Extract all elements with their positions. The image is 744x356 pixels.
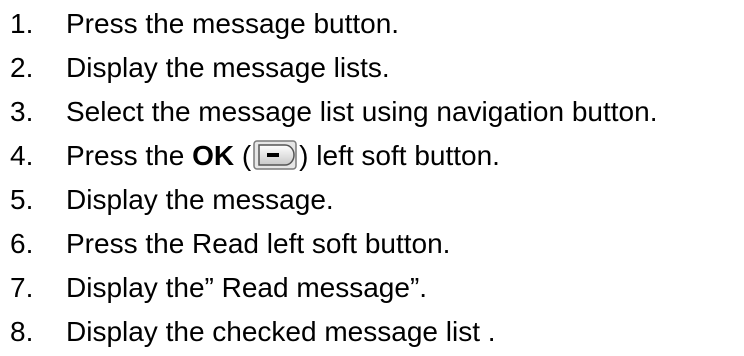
step-text: Display the checked message list . — [66, 316, 496, 347]
step-number: 7. — [10, 272, 34, 303]
step-item: 5. Display the message. — [0, 178, 744, 222]
step-number: 8. — [10, 316, 34, 347]
step-text-after: left soft button. — [308, 140, 500, 171]
ok-label: OK — [192, 140, 235, 171]
step-text: Select the message list using navigation… — [66, 96, 658, 127]
step-item: 8. Display the checked message list . — [0, 310, 744, 354]
step-item: 1. Press the message button. — [0, 2, 744, 46]
step-text: Press the Read left soft button. — [66, 228, 451, 259]
step-text: Press the message button. — [66, 8, 400, 39]
step-number: 4. — [10, 140, 34, 171]
paren-open: ( — [234, 140, 252, 171]
step-number: 1. — [10, 8, 34, 39]
step-text: Display the message. — [66, 184, 334, 215]
left-soft-key-icon — [253, 139, 297, 170]
paren-close: ) — [299, 140, 309, 171]
step-item: 6. Press the Read left soft button. — [0, 222, 744, 266]
step-text: Press the OK ( ) left soft button. — [66, 134, 500, 178]
step-text: Display the” Read message”. — [66, 272, 428, 303]
step-number: 6. — [10, 228, 34, 259]
step-item: 4. Press the OK ( ) left soft button. — [0, 134, 744, 178]
step-number: 5. — [10, 184, 34, 215]
step-text-before: Press the — [66, 140, 193, 171]
step-item: 7. Display the” Read message”. — [0, 266, 744, 310]
step-text: Display the message lists. — [66, 52, 390, 83]
instruction-list: 1. Press the message button. 2. Display … — [0, 0, 744, 354]
step-item: 3. Select the message list using navigat… — [0, 90, 744, 134]
step-item: 2. Display the message lists. — [0, 46, 744, 90]
step-number: 2. — [10, 52, 34, 83]
step-number: 3. — [10, 96, 34, 127]
